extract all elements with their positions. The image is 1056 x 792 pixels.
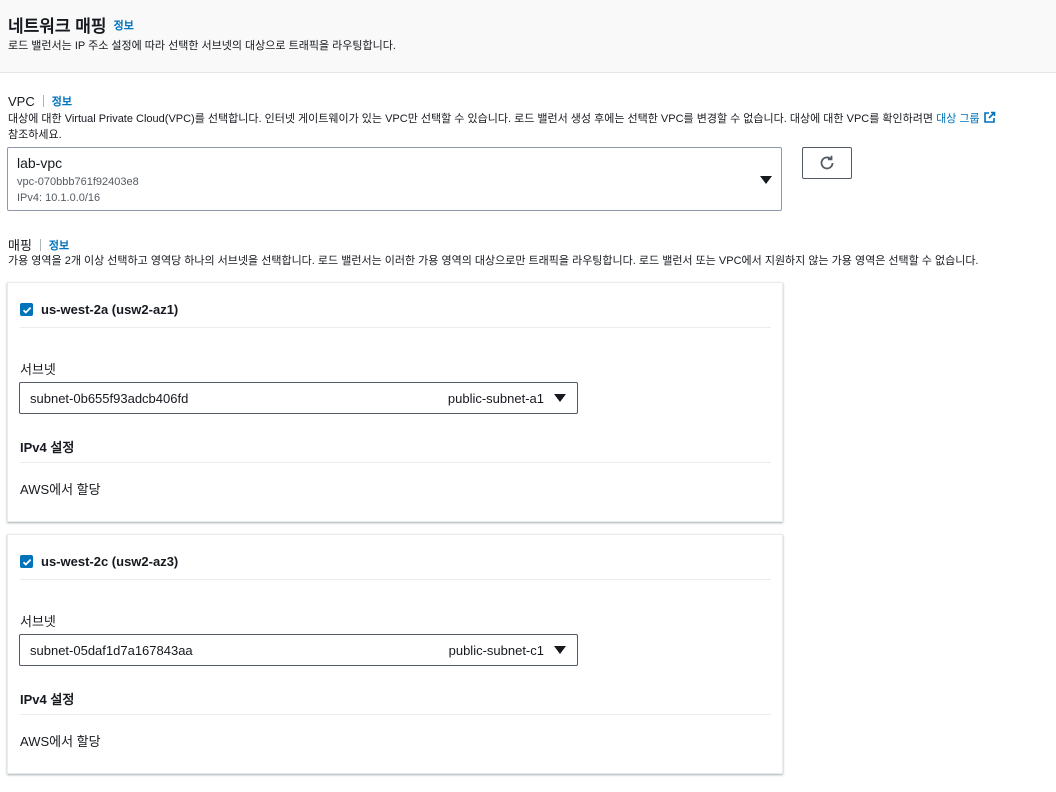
az-header: us-west-2a (usw2-az1): [20, 302, 178, 317]
subnet-label: 서브넷: [20, 362, 56, 377]
az-name: us-west-2c (usw2-az3): [41, 554, 179, 569]
subnet-name: public-subnet-c1: [448, 643, 544, 658]
subnet-select[interactable]: subnet-05daf1d7a167843aa public-subnet-c…: [19, 634, 578, 666]
ipv4-value: AWS에서 할당: [20, 482, 101, 497]
header-info-link[interactable]: 정보: [114, 17, 134, 33]
vpc-description-text: 대상에 대한 Virtual Private Cloud(VPC)를 선택합니다…: [8, 113, 934, 125]
az-checkbox[interactable]: [20, 303, 33, 316]
ipv4-settings-title: IPv4 설정: [20, 440, 75, 455]
vpc-select[interactable]: lab-vpc vpc-070bbb761f92403e8 IPv4: 10.1…: [7, 147, 782, 211]
checkmark-icon: [22, 558, 31, 566]
subnet-id: subnet-05daf1d7a167843aa: [30, 643, 193, 658]
vpc-selected-cidr: IPv4: 10.1.0.0/16: [17, 192, 101, 204]
target-group-link[interactable]: 대상 그룹: [936, 111, 996, 125]
caret-down-icon: [760, 176, 772, 184]
subnet-select[interactable]: subnet-0b655f93adcb406fd public-subnet-a…: [19, 382, 578, 414]
target-group-link-text: 대상 그룹: [936, 113, 980, 125]
vpc-description-tail: 참조하세요.: [8, 129, 62, 141]
label-separator: [39, 238, 41, 251]
caret-down-icon: [554, 646, 566, 654]
label-separator: [42, 95, 44, 107]
vpc-description: 대상에 대한 Virtual Private Cloud(VPC)를 선택합니다…: [8, 111, 1048, 143]
vpc-selected-name: lab-vpc: [17, 155, 63, 171]
refresh-icon: [820, 155, 834, 170]
az-name: us-west-2a (usw2-az1): [41, 302, 179, 317]
section-title: 네트워크 매핑: [8, 17, 107, 36]
section-description: 로드 밸런서는 IP 주소 설정에 따라 선택한 서브넷의 대상으로 트래픽을 …: [8, 40, 396, 52]
vpc-label: VPC: [8, 93, 35, 109]
divider: [20, 579, 771, 580]
mapping-description: 가용 영역을 2개 이상 선택하고 영역당 하나의 서브넷을 선택합니다. 로드…: [8, 255, 979, 267]
refresh-button[interactable]: [802, 147, 852, 179]
vpc-info-link[interactable]: 정보: [52, 93, 72, 109]
caret-down-icon: [554, 394, 566, 402]
az-header: us-west-2c (usw2-az3): [20, 554, 178, 569]
mapping-label-row: 매핑 정보: [8, 235, 69, 254]
external-link-icon: [983, 111, 995, 123]
vpc-selected-id: vpc-070bbb761f92403e8: [17, 176, 139, 188]
az-checkbox[interactable]: [20, 555, 33, 568]
checkmark-icon: [22, 306, 31, 314]
mapping-label: 매핑: [8, 238, 32, 253]
divider: [20, 462, 771, 463]
az-card: us-west-2c (usw2-az3) 서브넷 subnet-05daf1d…: [7, 534, 783, 774]
ipv4-settings-title: IPv4 설정: [20, 692, 75, 707]
subnet-id: subnet-0b655f93adcb406fd: [30, 391, 189, 406]
ipv4-value: AWS에서 할당: [20, 734, 101, 749]
vpc-label-row: VPC 정보: [8, 93, 72, 109]
section-title-row: 네트워크 매핑 정보: [8, 12, 134, 37]
subnet-name: public-subnet-a1: [447, 391, 544, 406]
az-card: us-west-2a (usw2-az1) 서브넷 subnet-0b655f9…: [7, 282, 783, 522]
subnet-label: 서브넷: [20, 614, 56, 629]
divider: [20, 327, 771, 328]
section-header: 네트워크 매핑 정보 로드 밸런서는 IP 주소 설정에 따라 선택한 서브넷의…: [0, 0, 1056, 73]
divider: [20, 714, 771, 715]
mapping-info-link[interactable]: 정보: [49, 237, 69, 253]
